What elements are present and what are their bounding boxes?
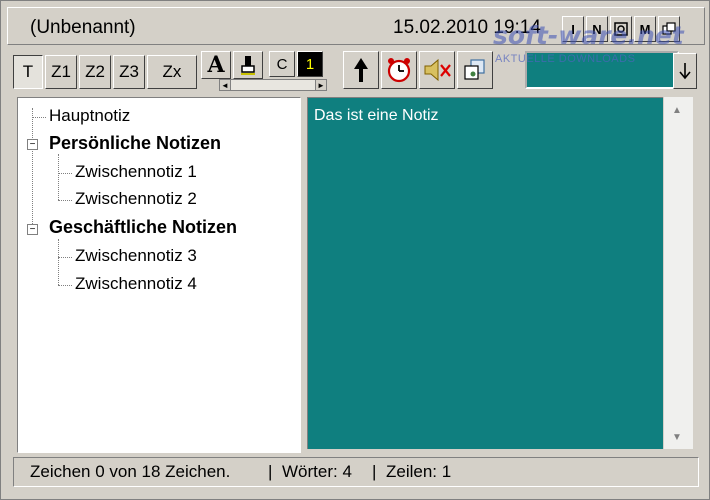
tree-line (32, 117, 46, 118)
copy-icon (464, 59, 485, 80)
tree-item-hauptnotiz[interactable]: Hauptnotiz (49, 106, 130, 126)
tab-z1[interactable]: Z1 (45, 55, 77, 89)
color-c-button[interactable]: C (269, 51, 295, 77)
gear-icon (614, 22, 628, 36)
tree-item-zwischennotiz-4[interactable]: Zwischennotiz 4 (75, 274, 197, 294)
tab-z3[interactable]: Z3 (113, 55, 145, 89)
tree-line (32, 108, 33, 234)
toolbar: T Z1 Z2 Z3 Zx A C 1 ◄ ► (13, 49, 699, 93)
color-index-button[interactable]: 1 (297, 51, 323, 77)
status-separator: | (268, 462, 273, 481)
scroll-up-icon[interactable]: ▲ (672, 105, 682, 116)
note-scrollbar[interactable]: ▲ ▼ (663, 97, 693, 449)
alarm-clock-icon (387, 58, 411, 83)
status-bar: Zeichen 0 von 18 Zeichen. | Wörter: 4 | … (13, 457, 699, 487)
scroll-down-icon[interactable]: ▼ (672, 432, 682, 443)
tree-item-persoenliche-notizen[interactable]: Persönliche Notizen (49, 133, 221, 154)
move-up-button[interactable] (343, 51, 379, 89)
tree-line (58, 173, 72, 174)
font-button[interactable]: A (201, 51, 231, 79)
tree-item-geschaeftliche-notizen[interactable]: Geschäftliche Notizen (49, 217, 237, 238)
tree-item-zwischennotiz-3[interactable]: Zwischennotiz 3 (75, 246, 197, 266)
scroll-down-button[interactable] (673, 53, 697, 89)
note-color-swatch[interactable] (525, 51, 679, 89)
title-button-n[interactable]: N (586, 16, 608, 42)
note-editor[interactable]: Das ist eine Notiz (307, 97, 663, 449)
status-line-count: Zeilen: 1 (386, 462, 452, 481)
tree-line (58, 239, 59, 285)
status-char-count: Zeichen 0 von 18 Zeichen. (30, 462, 231, 481)
down-arrow-icon (679, 63, 691, 80)
note-text[interactable]: Das ist eine Notiz (314, 107, 439, 125)
status-word-count: Wörter: 4 (282, 462, 352, 481)
restore-icon (662, 22, 676, 35)
scroll-left-icon[interactable]: ◄ (219, 79, 231, 91)
tab-text[interactable]: T (13, 55, 43, 89)
datetime-display: 15.02.2010 19:14 (393, 17, 541, 38)
app-window: (Unbenannt) 15.02.2010 19:14 I N M T Z1 … (0, 0, 710, 500)
title-button-i[interactable]: I (562, 16, 584, 42)
up-arrow-icon (354, 58, 368, 82)
title-bar: (Unbenannt) 15.02.2010 19:14 I N M (7, 7, 705, 45)
status-separator: | (372, 462, 377, 481)
highlight-button[interactable] (233, 51, 263, 79)
copy-button[interactable] (457, 51, 493, 89)
settings-button[interactable] (610, 16, 632, 42)
font-size-scrollbar[interactable]: ◄ ► (219, 79, 327, 91)
title-button-m[interactable]: M (634, 16, 656, 42)
speaker-mute-icon (424, 58, 451, 82)
tree-item-zwischennotiz-1[interactable]: Zwischennotiz 1 (75, 162, 197, 182)
window-restore-button[interactable] (658, 16, 680, 42)
highlighter-icon (241, 56, 255, 75)
collapse-icon[interactable]: − (27, 139, 38, 150)
tab-z2[interactable]: Z2 (79, 55, 111, 89)
tree-line (58, 257, 72, 258)
scroll-right-icon[interactable]: ► (315, 79, 327, 91)
tree-line (58, 154, 59, 200)
tree-line (58, 200, 72, 201)
note-tree[interactable]: − − Hauptnotiz Persönliche Notizen Zwisc… (17, 97, 301, 453)
tab-zx[interactable]: Zx (147, 55, 197, 89)
collapse-icon[interactable]: − (27, 224, 38, 235)
window-title: (Unbenannt) (30, 17, 136, 38)
tree-line (58, 285, 72, 286)
alarm-button[interactable] (381, 51, 417, 89)
mute-button[interactable] (419, 51, 455, 89)
tree-item-zwischennotiz-2[interactable]: Zwischennotiz 2 (75, 189, 197, 209)
